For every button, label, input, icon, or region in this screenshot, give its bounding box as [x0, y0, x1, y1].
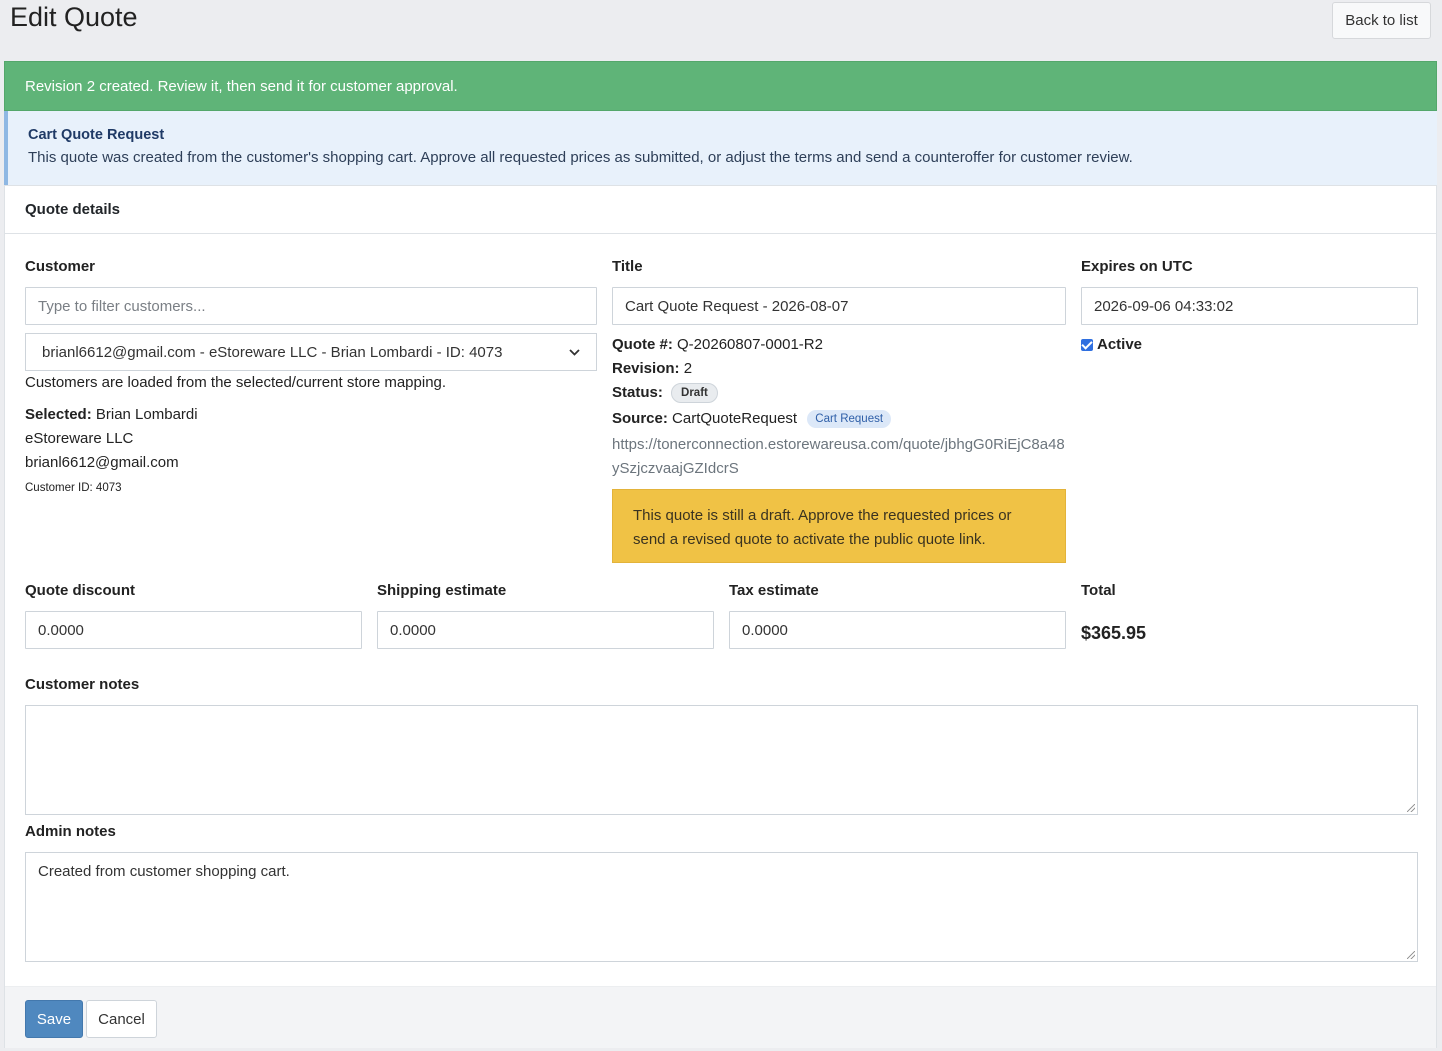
cancel-button[interactable]: Cancel — [86, 1000, 157, 1038]
active-label: Active — [1097, 336, 1143, 353]
discount-input[interactable]: 0.0000 — [25, 611, 362, 649]
tax-label: Tax estimate — [729, 582, 819, 599]
selected-customer-id: Customer ID: 4073 — [25, 482, 122, 494]
chevron-down-icon — [569, 345, 580, 359]
resize-grip-icon[interactable] — [1407, 804, 1415, 812]
customer-select[interactable]: brianl6612@gmail.com - eStoreware LLC - … — [25, 333, 597, 371]
info-alert: Cart Quote Request This quote was create… — [4, 111, 1437, 185]
selected-company: eStoreware LLC — [25, 430, 134, 447]
source-label: Source: — [612, 410, 668, 427]
active-checkbox[interactable] — [1081, 339, 1093, 352]
source-badge: Cart Request — [807, 410, 892, 429]
public-quote-link[interactable]: https://tonerconnection.estorewareusa.co… — [612, 433, 1068, 481]
revision: Revision: 2 — [612, 360, 692, 377]
card-header: Quote details — [5, 186, 1436, 234]
selected-label: Selected: — [25, 406, 92, 423]
customer-select-value: brianl6612@gmail.com - eStoreware LLC - … — [42, 343, 503, 361]
expires-input[interactable]: 2026-09-06 04:33:02 — [1081, 287, 1418, 325]
status-badge: Draft — [671, 383, 718, 403]
discount-label: Quote discount — [25, 582, 135, 599]
source-value: CartQuoteRequest — [672, 410, 798, 427]
expires-label: Expires on UTC — [1081, 258, 1193, 275]
page-title: Edit Quote — [10, 2, 138, 32]
customer-notes-label: Customer notes — [25, 676, 140, 693]
selected-customer: Selected: Brian Lombardi — [25, 406, 198, 423]
info-alert-text: This quote was created from the customer… — [28, 149, 1133, 166]
status: Status: Draft — [612, 383, 718, 403]
customer-notes-textarea[interactable] — [25, 705, 1418, 815]
selected-name: Brian Lombardi — [95, 406, 198, 423]
shipping-input[interactable]: 0.0000 — [377, 611, 714, 649]
tax-input[interactable]: 0.0000 — [729, 611, 1066, 649]
admin-notes-value: Created from customer shopping cart. — [38, 863, 290, 880]
quote-number-value: Q-20260807-0001-R2 — [677, 336, 823, 353]
title-input[interactable]: Cart Quote Request - 2026-08-07 — [612, 287, 1066, 325]
save-button[interactable]: Save — [25, 1000, 83, 1038]
resize-grip-icon[interactable] — [1407, 951, 1415, 959]
source: Source: CartQuoteRequest Cart Request — [612, 410, 892, 429]
total-value: $365.95 — [1081, 623, 1147, 643]
success-alert-text: Revision 2 created. Review it, then send… — [25, 77, 458, 95]
quote-details-card: Quote details Customer Type to filter cu… — [4, 185, 1437, 1048]
admin-notes-textarea[interactable]: Created from customer shopping cart. — [25, 852, 1418, 962]
revision-value: 2 — [683, 360, 693, 377]
customer-filter-input[interactable]: Type to filter customers... — [25, 287, 597, 325]
status-label: Status: — [612, 383, 663, 401]
draft-warning: This quote is still a draft. Approve the… — [612, 489, 1066, 563]
admin-notes-label: Admin notes — [25, 823, 116, 840]
info-alert-title: Cart Quote Request — [28, 127, 165, 143]
revision-label: Revision: — [612, 360, 680, 377]
selected-email: brianl6612@gmail.com — [25, 454, 179, 471]
total-label: Total — [1081, 582, 1116, 599]
back-to-list-button[interactable]: Back to list — [1332, 2, 1431, 39]
quote-number: Quote #: Q-20260807-0001-R2 — [612, 336, 823, 353]
customer-label: Customer — [25, 258, 96, 275]
active-checkbox-row[interactable]: Active — [1081, 336, 1142, 353]
title-label: Title — [612, 258, 643, 275]
customer-help-text: Customers are loaded from the selected/c… — [25, 374, 447, 391]
quote-number-label: Quote #: — [612, 336, 673, 353]
card-footer: Save Cancel — [5, 986, 1436, 1048]
shipping-label: Shipping estimate — [377, 582, 507, 599]
success-alert: Revision 2 created. Review it, then send… — [4, 61, 1437, 111]
